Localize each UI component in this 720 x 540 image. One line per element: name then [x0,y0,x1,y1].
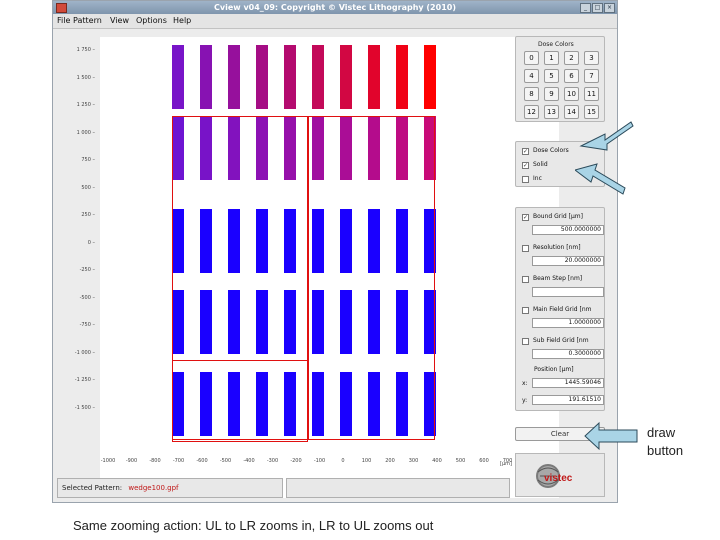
field-boundary [172,360,308,442]
draw-arrow [584,421,638,451]
pattern-canvas[interactable] [100,37,559,498]
dose-colors-panel: Dose Colors 0 1 2 3 4 5 6 7 8 9 10 11 12 13 14 15 [515,36,605,122]
draw-button-note: draw button [647,425,684,458]
dose-color-button[interactable]: 3 [584,51,599,65]
y-tick-label: 1 750 – [76,47,95,53]
bound-grid-label: Bound Grid [µm] [533,213,583,220]
position-x-label: x: [522,380,528,387]
menu-file[interactable]: File [57,15,70,27]
selected-pattern-label: Selected Pattern: [62,484,123,492]
arrow-draw-icon [584,421,638,451]
arrow-inc-icon [575,163,626,195]
dose-color-button[interactable]: 6 [564,69,579,83]
beam-step-checkbox[interactable] [522,276,529,283]
caption: Same zooming action: UL to LR zooms in, … [73,518,434,533]
menu-view[interactable]: View [110,15,129,27]
app-window: Cview v04_09: Copyright © Vistec Lithogr… [52,0,618,503]
y-tick-label: 500 – [81,184,95,191]
pattern-bar [368,45,380,109]
y-tick-label: -750 – [79,322,95,328]
beam-step-field[interactable] [532,287,604,297]
resolution-label: Resolution [nm] [533,244,581,251]
field-boundary [308,116,435,440]
inc-checkbox[interactable] [522,176,529,183]
close-button[interactable]: × [604,3,615,13]
dose-color-button[interactable]: 1 [544,51,559,65]
status-secondary [286,478,510,498]
position-x-field[interactable]: 1445.59046 [532,378,604,388]
title-bar: Cview v04_09: Copyright © Vistec Lithogr… [53,1,617,14]
position-y-label: y: [522,397,528,404]
logo-text: vistec [544,473,573,484]
beam-step-label: Beam Step [nm] [533,275,583,282]
main-field-checkbox[interactable] [522,307,529,314]
dose-color-button[interactable]: 13 [544,105,559,119]
main-field-label: Main Field Grid [nm [533,306,592,313]
main-field-field[interactable]: 1.0000000 [532,318,604,328]
y-tick-label: -1 500 – [74,404,95,411]
dose-color-button[interactable]: 8 [524,87,539,101]
pattern-bar [424,45,436,109]
pattern-bar [312,45,324,109]
window-title: Cview v04_09: Copyright © Vistec Lithogr… [214,3,456,12]
sub-field-checkbox[interactable] [522,338,529,345]
y-tick-label: -500 – [79,294,95,301]
menu-pattern[interactable]: Pattern [73,15,102,27]
dose-colors-label: Dose Colors [533,147,569,154]
pattern-bar [284,45,296,109]
inc-label: Inc [533,175,542,182]
arrow-solid-icon [579,121,634,151]
sub-field-label: Sub Field Grid [nm [533,337,589,344]
minimize-button[interactable]: _ [580,3,591,13]
y-tick-label: 1 000 – [76,129,95,136]
logo-panel: vistec [515,453,605,497]
pattern-bar [200,45,212,109]
dose-colors-title: Dose Colors [538,41,574,48]
dose-color-button[interactable]: 0 [524,51,539,65]
x-axis-unit: [µm] [500,461,512,467]
pattern-bar [256,45,268,109]
pattern-bar [396,45,408,109]
menu-options[interactable]: Options [136,15,167,27]
dose-color-button[interactable]: 5 [544,69,559,83]
maximize-button[interactable]: □ [592,3,603,13]
pattern-bar [340,45,352,109]
dose-color-button[interactable]: 14 [564,105,579,119]
status-selected-pattern: Selected Pattern: wedge100.gpf [57,478,283,498]
dose-color-button[interactable]: 11 [584,87,599,101]
y-tick-label: 0 – [87,239,95,246]
dose-color-button[interactable]: 7 [584,69,599,83]
pattern-bar [172,45,184,109]
solid-label: Solid [533,161,548,168]
menu-help[interactable]: Help [173,15,191,27]
dose-color-button[interactable]: 15 [584,105,599,119]
y-tick-label: 1 500 – [76,74,95,81]
bound-grid-checkbox[interactable]: ✓ [522,214,529,221]
annotation-arrows [575,121,634,195]
grid-settings-panel: ✓ Bound Grid [µm] 500.0000000 Resolution… [515,207,605,411]
y-tick-label: 750 – [81,157,95,163]
dose-color-button[interactable]: 9 [544,87,559,101]
sub-field-field[interactable]: 0.3000000 [532,349,604,359]
dose-color-button[interactable]: 12 [524,105,539,119]
solid-checkbox[interactable]: ✓ [522,162,529,169]
resolution-checkbox[interactable] [522,245,529,252]
dose-color-button[interactable]: 2 [564,51,579,65]
pattern-bar [228,45,240,109]
y-tick-label: -1 000 – [74,349,95,356]
bound-grid-field[interactable]: 500.0000000 [532,225,604,235]
dose-colors-checkbox[interactable]: ✓ [522,148,529,155]
menu-bar: File Pattern View Options Help [53,14,617,29]
y-tick-label: 1 250 – [76,102,95,108]
y-tick-label: -1 250 – [74,377,95,383]
y-tick-label: -250 – [79,267,95,273]
y-tick-label: 250 – [81,212,95,218]
selected-pattern-value: wedge100.gpf [128,484,179,492]
dose-color-button[interactable]: 10 [564,87,579,101]
position-y-field[interactable]: 191.61510 [532,395,604,405]
position-label: Position [µm] [534,366,574,373]
resolution-field[interactable]: 20.0000000 [532,256,604,266]
dose-color-button[interactable]: 4 [524,69,539,83]
